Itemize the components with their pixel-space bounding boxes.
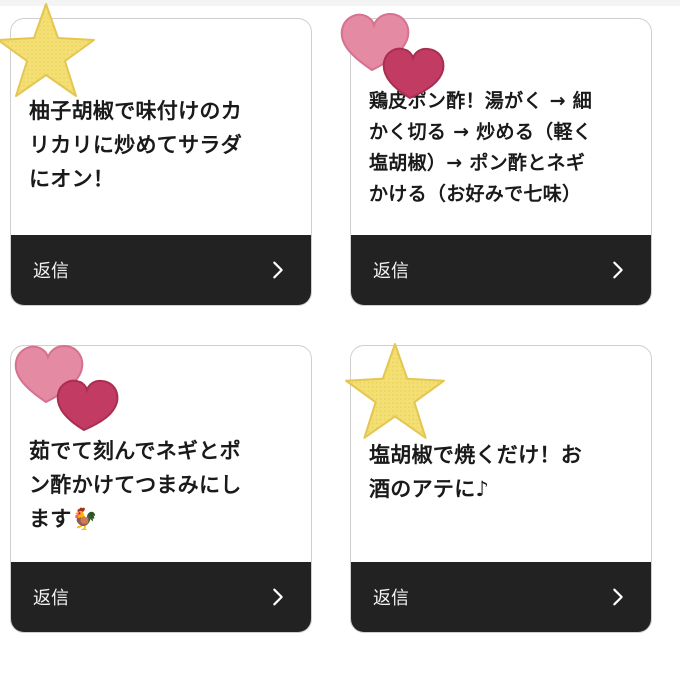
chevron-right-icon [273,588,283,606]
top-edge-strip [0,0,680,6]
comment-card-3: 茹でて刻んでネギとポ ン酢かけてつまみにし ます🐓 返信 [10,345,312,633]
comment-text: 柚子胡椒で味付けのカ リカリに炒めてサラダ にオン！ [29,99,242,191]
reply-button[interactable]: 返信 [351,562,651,632]
comment-body: 鶏皮ポン酢！湯がく → 細 かく切る → 炒める（軽く 塩胡椒）→ ポン酢とネギ… [351,19,651,237]
reply-button[interactable]: 返信 [11,235,311,305]
comment-body: 柚子胡椒で味付けのカ リカリに炒めてサラダ にオン！ [11,19,311,237]
comment-body: 塩胡椒で焼くだけ！お 酒のアテに♪ [351,346,651,564]
reply-button[interactable]: 返信 [11,562,311,632]
chevron-right-icon [273,261,283,279]
reply-label: 返信 [33,588,69,609]
comment-text: 鶏皮ポン酢！湯がく → 細 かく切る → 炒める（軽く 塩胡椒）→ ポン酢とネギ… [369,90,593,205]
reply-label: 返信 [33,261,69,282]
chevron-right-icon [613,261,623,279]
comment-text: 塩胡椒で焼くだけ！お 酒のアテに♪ [369,443,582,501]
comment-text: 茹でて刻んでネギとポ ン酢かけてつまみにし ます🐓 [29,439,242,531]
comment-card-2: 鶏皮ポン酢！湯がく → 細 かく切る → 炒める（軽く 塩胡椒）→ ポン酢とネギ… [350,18,652,306]
reply-button[interactable]: 返信 [351,235,651,305]
comment-card-1: 柚子胡椒で味付けのカ リカリに炒めてサラダ にオン！ 返信 [10,18,312,306]
chevron-right-icon [613,588,623,606]
comment-body: 茹でて刻んでネギとポ ン酢かけてつまみにし ます🐓 [11,346,311,564]
comment-card-4: 塩胡椒で焼くだけ！お 酒のアテに♪ 返信 [350,345,652,633]
reply-label: 返信 [373,588,409,609]
reply-label: 返信 [373,261,409,282]
